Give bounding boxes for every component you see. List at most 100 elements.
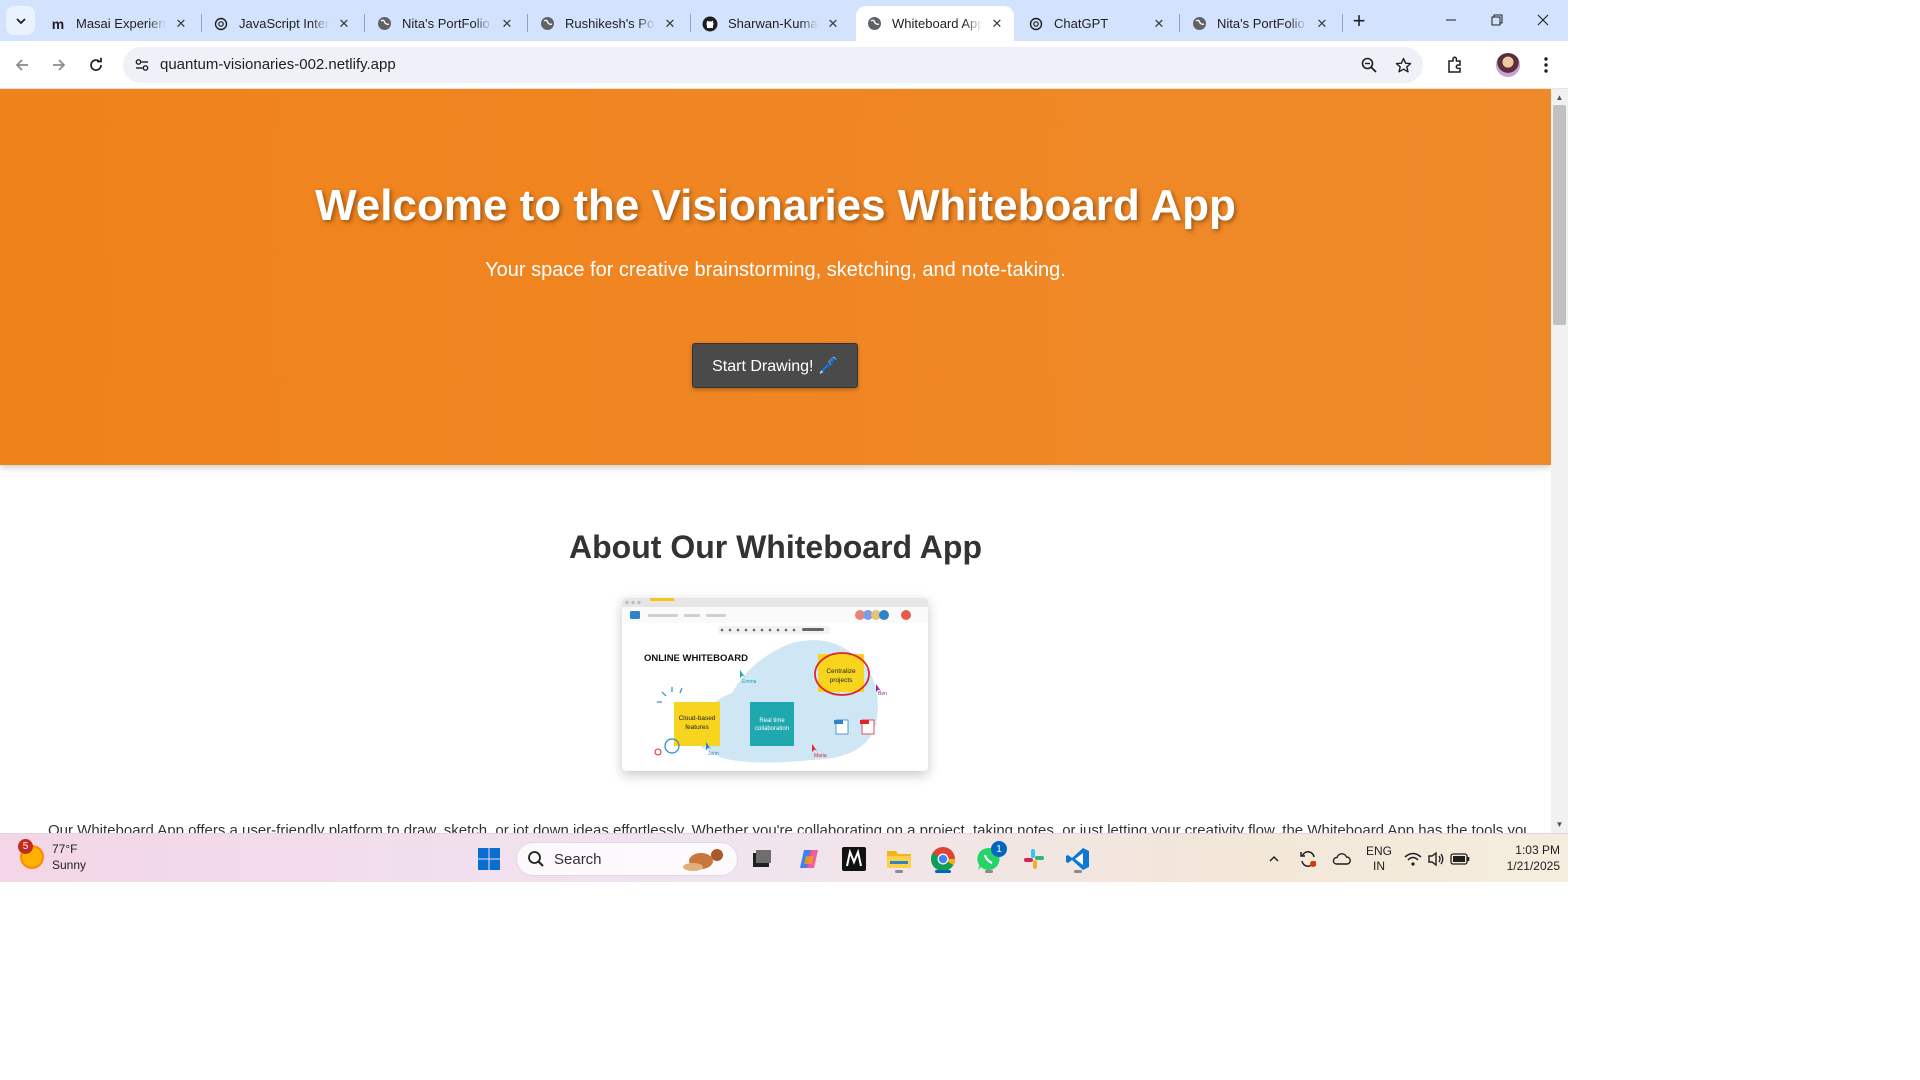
language-line2: IN — [1373, 859, 1385, 873]
copilot-icon — [800, 850, 818, 868]
system-tray-quick-settings[interactable] — [1404, 844, 1470, 874]
running-indicator — [985, 870, 993, 873]
bookmark-star-icon[interactable] — [1391, 53, 1415, 77]
search-icon — [528, 851, 544, 867]
svg-text:projects: projects — [830, 677, 854, 684]
minimize-icon — [1446, 19, 1456, 21]
cursor-name-ben: Ben — [878, 691, 887, 697]
extensions-icon[interactable] — [1441, 51, 1469, 79]
notification-badge: 1 — [991, 841, 1007, 857]
vscode-button[interactable] — [1061, 842, 1095, 876]
windows-logo-icon — [478, 848, 500, 870]
language-indicator[interactable]: ENG IN — [1362, 844, 1396, 874]
tab-divider — [1179, 14, 1180, 32]
close-icon[interactable]: ✕ — [824, 15, 842, 33]
masai-logo-icon: m — [51, 15, 65, 32]
tab-divider — [690, 14, 691, 32]
restore-icon — [1491, 14, 1503, 26]
active-indicator — [935, 870, 951, 873]
forward-button[interactable] — [43, 49, 75, 81]
scroll-down-icon[interactable]: ▼ — [1555, 820, 1564, 829]
weather-widget[interactable]: 5 77°F Sunny — [18, 839, 87, 873]
address-bar[interactable]: quantum-visionaries-002.netlify.app — [123, 47, 1423, 83]
tab-javascript-interview[interactable]: JavaScript Interview ✕ — [203, 6, 361, 41]
close-icon[interactable]: ✕ — [498, 15, 516, 33]
arrow-right-icon — [53, 59, 66, 71]
close-icon[interactable]: ✕ — [661, 15, 679, 33]
masai-app-button[interactable] — [837, 842, 871, 876]
globe-icon — [1191, 16, 1207, 32]
scroll-up-icon[interactable]: ▲ — [1555, 93, 1564, 102]
globe-icon — [376, 16, 392, 32]
taskbar-search[interactable]: Search — [516, 842, 738, 876]
browser-menu-button[interactable] — [1532, 51, 1560, 79]
tab-masai[interactable]: m Masai Experience ✕ — [40, 6, 198, 41]
globe-icon — [866, 16, 882, 32]
tab-divider — [1342, 14, 1343, 32]
close-icon[interactable]: ✕ — [988, 15, 1006, 33]
tab-divider — [364, 14, 365, 32]
reload-button[interactable] — [80, 49, 112, 81]
show-hidden-icons-button[interactable] — [1262, 844, 1286, 874]
close-icon[interactable]: ✕ — [335, 15, 353, 33]
masai-app-icon — [842, 847, 866, 871]
clock-time: 1:03 PM — [1515, 843, 1560, 857]
chrome-button[interactable] — [926, 842, 960, 876]
tab-nitas-portfolio[interactable]: Nita's PortFolio ✕ — [366, 6, 524, 41]
weather-badge: 5 — [18, 839, 33, 854]
site-info-icon[interactable] — [131, 54, 153, 76]
tab-search-button[interactable] — [6, 6, 35, 35]
tab-title: Masai Experience — [76, 16, 166, 31]
tab-nitas-portfolio-2[interactable]: Nita's PortFolio ✕ — [1181, 6, 1339, 41]
taskbar-clock[interactable]: 1:03 PM 1/21/2025 — [1480, 842, 1560, 874]
tab-github-sharwan[interactable]: Sharwan-Kumar ✕ — [692, 6, 850, 41]
weather-condition: Sunny — [52, 858, 87, 872]
tab-title: JavaScript Interview — [239, 16, 329, 31]
close-icon[interactable]: ✕ — [172, 15, 190, 33]
task-view-icon — [753, 850, 771, 867]
back-button[interactable] — [6, 49, 38, 81]
chevron-down-icon — [15, 17, 26, 24]
globe-icon — [539, 16, 555, 32]
scrollbar-thumb[interactable] — [1553, 105, 1566, 325]
cursor-name-john: John — [708, 751, 719, 757]
tab-whiteboard-app[interactable]: Whiteboard App ✕ — [856, 6, 1014, 41]
language-line1: ENG — [1365, 844, 1392, 858]
new-tab-button[interactable]: + — [1346, 8, 1372, 34]
url-text[interactable]: quantum-visionaries-002.netlify.app — [160, 56, 396, 73]
start-drawing-button[interactable]: Start Drawing! 🖊️ — [692, 343, 858, 388]
minimize-button[interactable] — [1428, 0, 1474, 40]
chatgpt-logo-icon — [1028, 16, 1044, 32]
profile-button[interactable] — [1494, 51, 1522, 79]
wifi-icon — [1404, 852, 1422, 866]
svg-text:Centralize: Centralize — [826, 668, 856, 675]
more-vertical-icon — [1544, 57, 1548, 73]
close-window-button[interactable] — [1520, 0, 1566, 40]
page-viewport: Welcome to the Visionaries Whiteboard Ap… — [0, 89, 1551, 833]
sync-tray-button[interactable] — [1294, 844, 1322, 874]
start-button[interactable] — [472, 842, 506, 876]
reload-icon — [90, 57, 102, 71]
windows-taskbar: 5 77°F Sunny Search 1 ENG IN 1:03 PM 1/2… — [0, 833, 1568, 882]
task-view-button[interactable] — [745, 842, 779, 876]
tab-chatgpt[interactable]: ChatGPT ✕ — [1018, 6, 1176, 41]
tab-divider — [527, 14, 528, 32]
whatsapp-button[interactable]: 1 — [972, 841, 1007, 876]
tab-title: Nita's PortFolio — [402, 16, 490, 31]
about-title: About Our Whiteboard App — [569, 529, 982, 565]
copilot-button[interactable] — [792, 842, 826, 876]
close-icon[interactable]: ✕ — [1150, 15, 1168, 33]
about-description: Our Whiteboard App offers a user-friendl… — [48, 822, 1528, 833]
file-explorer-button[interactable] — [882, 842, 916, 876]
tab-rushikesh-portfolio[interactable]: Rushikesh's Portfolio ✕ — [529, 6, 687, 41]
folder-icon — [887, 851, 911, 868]
hero-title: Welcome to the Visionaries Whiteboard Ap… — [315, 181, 1236, 230]
page-scrollbar[interactable]: ▲ ▼ — [1551, 89, 1568, 833]
restore-button[interactable] — [1474, 0, 1520, 40]
close-icon[interactable]: ✕ — [1313, 15, 1331, 33]
slack-icon — [1024, 849, 1044, 869]
onedrive-tray-button[interactable] — [1327, 844, 1355, 874]
slack-button[interactable] — [1017, 842, 1051, 876]
zoom-icon[interactable] — [1357, 53, 1381, 77]
weather-temperature: 77°F — [52, 842, 78, 856]
